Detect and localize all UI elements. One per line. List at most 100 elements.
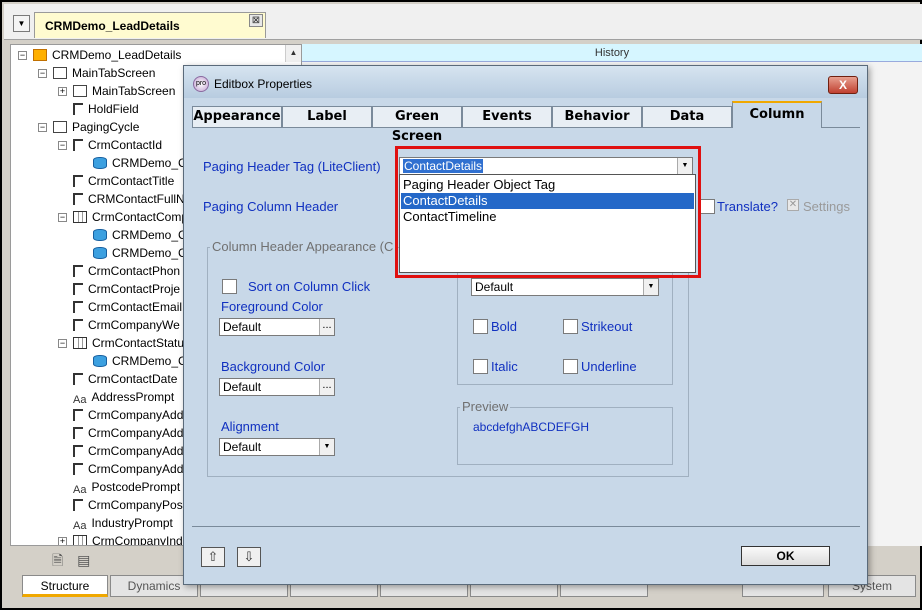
- background-color-value: Default: [223, 380, 262, 394]
- tab-column[interactable]: Column: [732, 101, 822, 128]
- tree-node-label: CRMDemo_LeadDetails: [52, 48, 182, 62]
- expand-icon[interactable]: +: [58, 537, 67, 545]
- tree-node[interactable]: CRMDemo_LeadDetails: [33, 46, 181, 64]
- tree-node-label: CrmContactEmail: [88, 300, 183, 314]
- tree-node-label: CrmCompanyAdd: [88, 444, 184, 458]
- tree-node[interactable]: MainTabScreen: [53, 64, 155, 82]
- strikeout-checkbox[interactable]: [563, 319, 578, 334]
- move-up-button[interactable]: ⇧: [201, 547, 225, 567]
- screen-icon: [53, 67, 67, 79]
- tree-node[interactable]: CrmCompanyAdd: [73, 442, 183, 460]
- chevron-down-icon[interactable]: ▼: [677, 158, 692, 174]
- chevron-down-icon[interactable]: ▼: [319, 439, 334, 455]
- tree-node-label: CrmContactPhon: [88, 264, 181, 278]
- tree-node[interactable]: CRMDemo_Co: [93, 352, 193, 370]
- tree-node[interactable]: CrmContactProje: [73, 280, 180, 298]
- tree-node[interactable]: CrmCompanyAdd: [73, 406, 183, 424]
- app-frame: ▼ CRMDemo_LeadDetails ⊠ ▲ − CRMDemo_LeadD…: [0, 0, 922, 610]
- expand-icon[interactable]: +: [58, 87, 67, 96]
- bold-checkbox[interactable]: [473, 319, 488, 334]
- tab-behavior[interactable]: Behavior: [552, 106, 642, 128]
- tree-node[interactable]: MainTabScreen: [73, 82, 175, 100]
- paging-header-tag-label: Paging Header Tag (LiteClient): [203, 159, 381, 174]
- italic-checkbox[interactable]: [473, 359, 488, 374]
- tab-green-screen[interactable]: Green Screen: [372, 106, 462, 144]
- properties-icon[interactable]: 🗎: [52, 552, 63, 568]
- collapse-icon[interactable]: −: [38, 69, 47, 78]
- font-combo[interactable]: Default ▼: [471, 278, 659, 296]
- sort-on-click-checkbox[interactable]: [222, 279, 237, 294]
- dropdown-option[interactable]: Paging Header Object Tag: [401, 177, 694, 193]
- collapse-icon[interactable]: −: [58, 339, 67, 348]
- tree-node[interactable]: Aa AddressPrompt: [73, 388, 174, 406]
- tree-node[interactable]: CrmContactTitle: [73, 172, 174, 190]
- tree-node[interactable]: CrmContactComp: [73, 208, 188, 226]
- tree-node[interactable]: PagingCycle: [53, 118, 139, 136]
- settings-checkbox[interactable]: ✕: [787, 199, 799, 211]
- list-icon[interactable]: ▤: [77, 552, 90, 568]
- tree-node[interactable]: CRMDemo_Co: [93, 244, 193, 262]
- tree-node[interactable]: CrmContactEmail: [73, 298, 182, 316]
- tab-events[interactable]: Events: [462, 106, 552, 128]
- tree-node[interactable]: CrmCompanyInd: [73, 532, 183, 545]
- collapse-icon[interactable]: −: [38, 123, 47, 132]
- tree-node[interactable]: CrmCompanyAdd: [73, 424, 183, 442]
- color-picker-icon[interactable]: ...: [319, 319, 334, 335]
- tree-node[interactable]: HoldField: [73, 100, 139, 118]
- dropdown-option-selected[interactable]: ContactDetails: [401, 193, 694, 209]
- document-tab[interactable]: CRMDemo_LeadDetails ⊠: [34, 12, 266, 38]
- ok-button[interactable]: OK: [741, 546, 830, 566]
- field-icon: [73, 175, 83, 187]
- tree-node[interactable]: CrmContactId: [73, 136, 162, 154]
- italic-label: Italic: [491, 359, 518, 374]
- dialog-title: Editbox Properties: [214, 77, 313, 91]
- tree-node[interactable]: CrmCompanyWe: [73, 316, 180, 334]
- field-icon: [73, 139, 83, 151]
- scroll-up-icon[interactable]: ▲: [285, 45, 301, 62]
- tree-node[interactable]: Aa IndustryPrompt: [73, 514, 173, 532]
- paging-header-tag-combo[interactable]: ContactDetails ▼: [399, 157, 693, 175]
- tab-label[interactable]: Label: [282, 106, 372, 128]
- tree-node[interactable]: CrmContactStatu: [73, 334, 184, 352]
- tree-node-label: MainTabScreen: [92, 84, 176, 98]
- tree-node-label: PagingCycle: [72, 120, 140, 134]
- dialog-close-button[interactable]: X: [828, 76, 858, 94]
- tab-structure[interactable]: Structure: [22, 575, 108, 597]
- alignment-label: Alignment: [221, 419, 279, 434]
- translate-checkbox[interactable]: [700, 199, 715, 214]
- close-icon[interactable]: ⊠: [249, 14, 263, 27]
- collapse-icon[interactable]: −: [18, 51, 27, 60]
- move-down-button[interactable]: ⇩: [237, 547, 261, 567]
- tree-node[interactable]: CrmContactDate: [73, 370, 177, 388]
- tree-node[interactable]: CrmCompanyPos: [73, 496, 183, 514]
- tree-node[interactable]: CRMDemo_Co: [93, 154, 193, 172]
- tree-node[interactable]: CrmContactPhon: [73, 262, 180, 280]
- tree-node-label: IndustryPrompt: [91, 516, 173, 530]
- tree-node-label: CrmContactProje: [88, 282, 181, 296]
- field-icon: [73, 265, 83, 277]
- tree-node[interactable]: Aa PostcodePrompt: [73, 478, 180, 496]
- tree-node-label: CRMContactFullN: [88, 192, 185, 206]
- dialog-titlebar[interactable]: pro Editbox Properties X: [184, 66, 867, 98]
- database-icon: [93, 157, 107, 169]
- tree-node-label: CrmCompanyAdd: [88, 408, 184, 422]
- tree-node[interactable]: CRMContactFullN: [73, 190, 185, 208]
- tab-appearance[interactable]: Appearance: [192, 106, 282, 128]
- field-icon: [73, 193, 83, 205]
- collapse-icon[interactable]: −: [58, 213, 67, 222]
- paging-header-tag-dropdown[interactable]: Paging Header Object Tag ContactDetails …: [399, 174, 696, 273]
- collapse-icon[interactable]: −: [58, 141, 67, 150]
- document-list-dropdown[interactable]: ▼: [13, 15, 30, 32]
- dropdown-option[interactable]: ContactTimeline: [401, 209, 694, 225]
- chevron-down-icon[interactable]: ▼: [643, 279, 658, 295]
- background-color-picker[interactable]: Default ...: [219, 378, 335, 396]
- tree-node[interactable]: CRMDemo_Co: [93, 226, 193, 244]
- tree-node[interactable]: CrmCompanyAdd: [73, 460, 183, 478]
- field-icon: [73, 445, 83, 457]
- tab-data[interactable]: Data: [642, 106, 732, 128]
- database-icon: [93, 229, 107, 241]
- color-picker-icon[interactable]: ...: [319, 379, 334, 395]
- foreground-color-picker[interactable]: Default ...: [219, 318, 335, 336]
- underline-checkbox[interactable]: [563, 359, 578, 374]
- alignment-combo[interactable]: Default ▼: [219, 438, 335, 456]
